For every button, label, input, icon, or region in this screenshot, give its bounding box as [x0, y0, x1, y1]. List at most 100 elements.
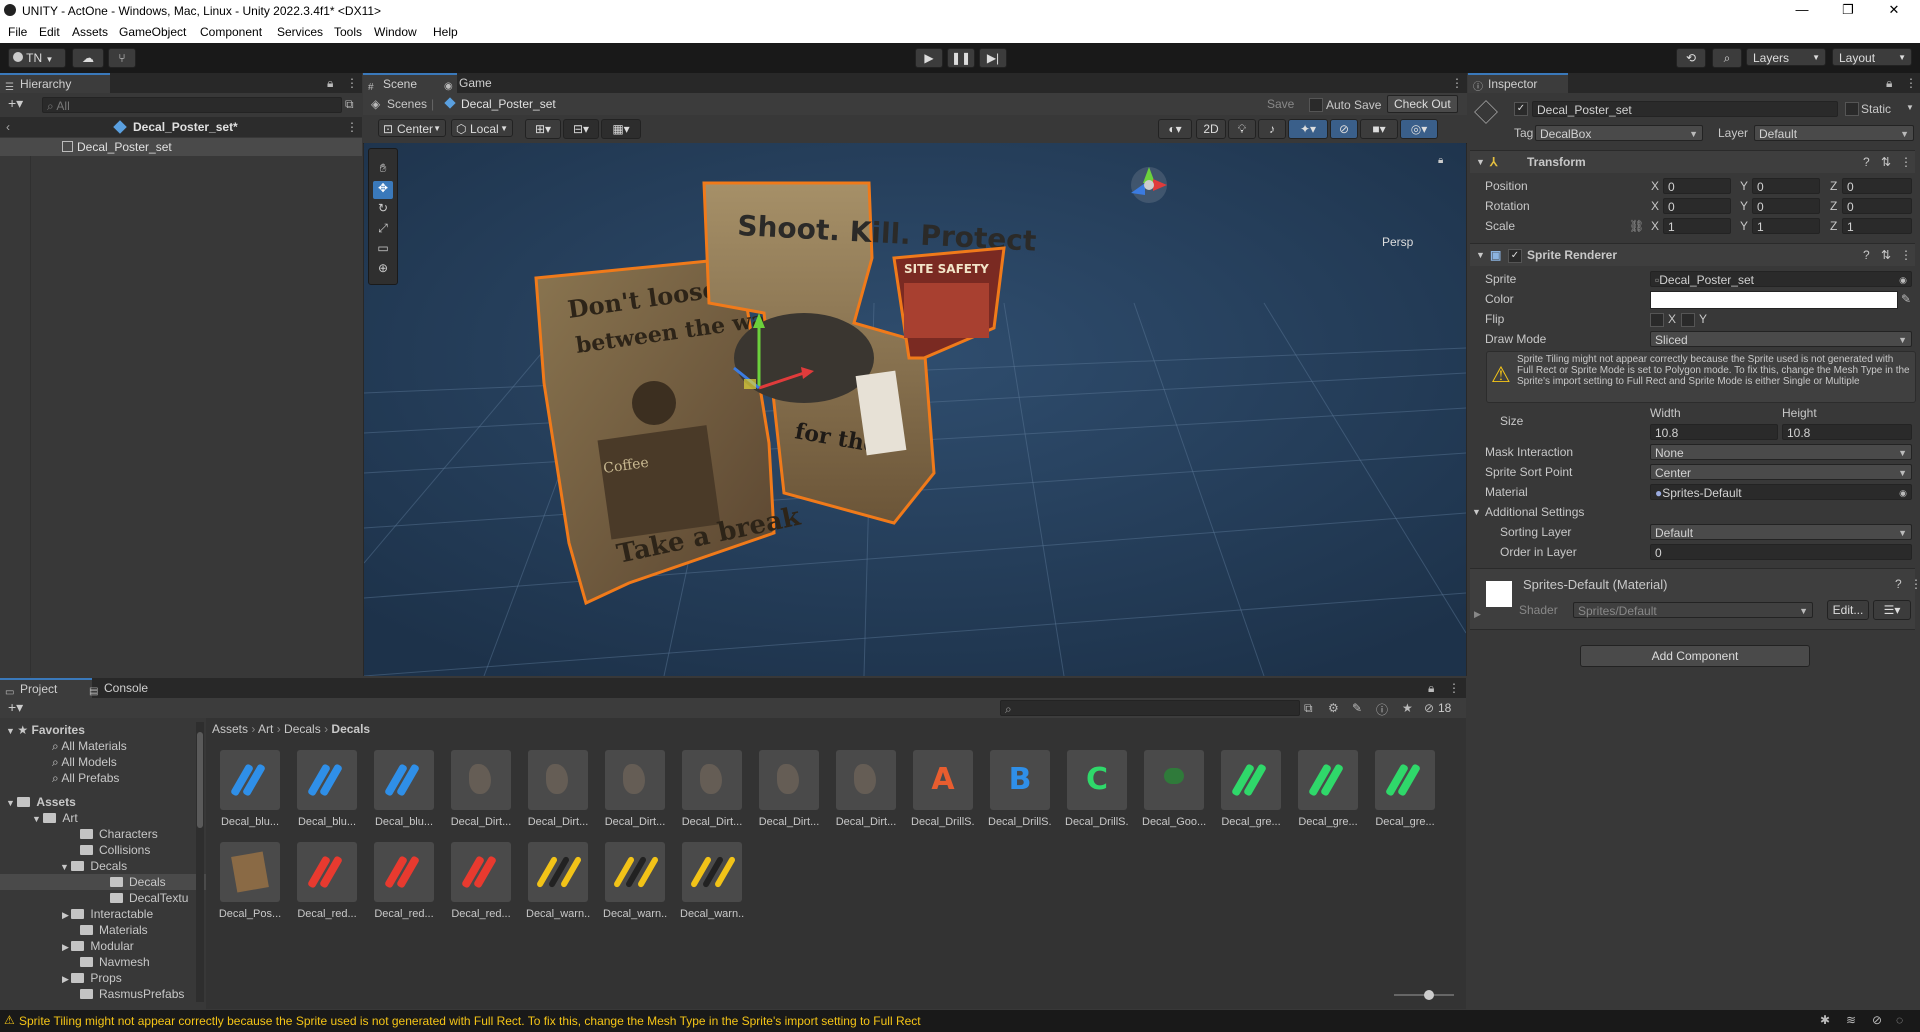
asset-item[interactable]: Decal_Pos... [218, 842, 282, 920]
layers-dropdown[interactable]: Layers ▼ [1746, 48, 1826, 66]
label-filter-icon[interactable]: ✎ [1352, 701, 1362, 715]
tab-console[interactable]: ▤ Console [84, 678, 174, 698]
preset-icon[interactable]: ⇅ [1881, 244, 1891, 266]
scene-viewport[interactable]: Don't loose yourself between the waves! … [364, 143, 1466, 676]
lighting-toggle-button[interactable]: 💡︎ [1228, 119, 1256, 139]
menu-file[interactable]: File [8, 25, 27, 39]
rotate-tool-button[interactable]: ↻ [373, 201, 393, 219]
position-z-field[interactable]: 0 [1842, 178, 1912, 194]
rect-tool-button[interactable]: ▭ [373, 241, 393, 259]
draw-mode-dropdown[interactable]: Sliced ▼ [1650, 331, 1912, 347]
asset-item[interactable]: Decal_Dirt... [526, 750, 590, 828]
folder-node[interactable]: RasmusPrefabs [80, 986, 184, 1002]
folder-node[interactable]: DecalTextu [110, 890, 188, 906]
menu-tools[interactable]: Tools [334, 25, 362, 39]
tab-game[interactable]: ◉ Game [439, 73, 519, 93]
shader-dropdown[interactable]: Sprites/Default ▼ [1573, 602, 1813, 618]
minimize-button[interactable]: — [1782, 2, 1822, 20]
asset-item[interactable]: Decal_warn... [526, 842, 590, 920]
tree-scrollbar[interactable] [196, 722, 204, 1002]
asset-item[interactable]: Decal_warn... [603, 842, 667, 920]
asset-item[interactable]: Decal_warn... [680, 842, 744, 920]
rotation-y-field[interactable]: 0 [1752, 198, 1820, 214]
tab-hierarchy[interactable]: ☰ Hierarchy [0, 73, 110, 93]
asset-item[interactable]: Decal_Goo... [1142, 750, 1206, 828]
status-message[interactable]: Sprite Tiling might not appear correctly… [19, 1014, 921, 1028]
decals-node[interactable]: ▼ Decals [60, 858, 127, 874]
eyedropper-icon[interactable]: ✎ [1901, 290, 1911, 308]
hierarchy-search-input[interactable]: ⌕ All [42, 97, 342, 113]
gizmos-button[interactable]: ◎▾ [1400, 119, 1438, 139]
menu-assets[interactable]: Assets [72, 25, 108, 39]
asset-item[interactable]: Decal_Dirt... [834, 750, 898, 828]
position-x-field[interactable]: 0 [1663, 178, 1731, 194]
rotation-z-field[interactable]: 0 [1842, 198, 1912, 214]
object-name-field[interactable]: Decal_Poster_set [1532, 101, 1838, 117]
breadcrumb-item[interactable]: Decals [284, 722, 321, 736]
lock-icon[interactable]: 🔒︎ [1428, 681, 1434, 696]
breadcrumb-current[interactable]: Decals [331, 722, 370, 736]
auto-save-checkbox[interactable] [1309, 98, 1323, 112]
transform-tool-button[interactable]: ⊕ [373, 261, 393, 279]
position-y-field[interactable]: 0 [1752, 178, 1820, 194]
add-component-button[interactable]: Add Component [1580, 645, 1810, 667]
cloud-button[interactable]: ☁ [72, 48, 104, 68]
search-by-type-icon[interactable]: ⧉ [1304, 701, 1313, 716]
shading-mode-button[interactable]: ◐▾ [1158, 119, 1192, 139]
kebab-menu-icon[interactable]: ⋮ [1910, 577, 1920, 591]
camera-settings-button[interactable]: ■▾ [1360, 119, 1398, 139]
art-node[interactable]: ▼ Art [32, 810, 78, 826]
account-button[interactable]: TN ▼ [8, 48, 66, 68]
sprite-renderer-header[interactable]: ▼ ▣ ✓ Sprite Renderer ? ⇅ ⋮ [1470, 243, 1915, 266]
asset-item[interactable]: Decal_Dirt... [680, 750, 744, 828]
height-field[interactable]: 10.8 [1782, 424, 1912, 440]
asset-item[interactable]: Decal_gre... [1296, 750, 1360, 828]
grid-visibility-button[interactable]: ▦▾ [601, 119, 641, 139]
history-button[interactable]: ⟲ [1676, 48, 1706, 68]
kebab-menu-icon[interactable]: ⋮ [1448, 681, 1460, 695]
menu-edit[interactable]: Edit [39, 25, 60, 39]
log-filter-icon[interactable]: ⓘ [1376, 701, 1388, 718]
asset-item[interactable]: A Decal_DrillS... [911, 750, 975, 828]
asset-item[interactable]: Decal_gre... [1373, 750, 1437, 828]
folder-node[interactable]: Characters [80, 826, 158, 842]
grid-snap-button[interactable]: ⊞▾ [525, 119, 561, 139]
preset-icon[interactable]: ⇅ [1881, 151, 1891, 173]
chevron-down-icon[interactable]: ▼ [1906, 103, 1914, 112]
width-field[interactable]: 10.8 [1650, 424, 1778, 440]
asset-item[interactable]: Decal_Dirt... [449, 750, 513, 828]
tree-scrollbar-thumb[interactable] [197, 732, 203, 828]
close-button[interactable]: ✕ [1874, 2, 1914, 20]
lock-icon[interactable]: 🔒︎ [327, 76, 333, 91]
folder-node[interactable]: Navmesh [80, 954, 150, 970]
check-out-button[interactable]: Check Out [1387, 95, 1458, 113]
folder-node[interactable]: ▶ Interactable [62, 906, 153, 922]
progress-icon[interactable]: ⊘ [1872, 1013, 1882, 1027]
2d-toggle-button[interactable]: 2D [1196, 119, 1226, 139]
project-search-input[interactable]: ⌕ [1000, 700, 1300, 716]
create-asset-button[interactable]: +▾ [8, 699, 23, 716]
material-object-field[interactable]: ●Sprites-Default ◉ [1650, 484, 1912, 500]
object-picker-icon[interactable]: ◉ [1899, 485, 1907, 501]
static-checkbox[interactable] [1845, 102, 1859, 116]
lock-icon[interactable]: 🔒︎ [1886, 76, 1892, 91]
asset-item[interactable]: Decal_blu... [218, 750, 282, 828]
sprite-renderer-enabled-checkbox[interactable]: ✓ [1508, 249, 1522, 263]
back-arrow-icon[interactable]: ‹ [6, 117, 10, 137]
folder-node-selected[interactable]: Decals [0, 874, 206, 890]
favorites-item[interactable]: ⌕ All Prefabs [52, 770, 119, 786]
hierarchy-item[interactable]: Decal_Poster_set [0, 138, 362, 156]
scale-y-field[interactable]: 1 [1752, 218, 1820, 234]
asset-item[interactable]: B Decal_DrillS... [988, 750, 1052, 828]
breadcrumb-item[interactable]: Art [258, 722, 273, 736]
orientation-gizmo[interactable] [1131, 167, 1167, 203]
layer-dropdown[interactable]: Default ▼ [1754, 125, 1914, 141]
asset-item[interactable]: Decal_red... [449, 842, 513, 920]
breadcrumb-scenes[interactable]: Scenes [387, 97, 427, 111]
menu-help[interactable]: Help [433, 25, 458, 39]
space-dropdown[interactable]: ⬡ Local ▼ [451, 119, 513, 137]
additional-settings-row[interactable]: ▼ Additional Settings [1472, 503, 1902, 521]
play-button[interactable]: ▶ [915, 48, 943, 68]
hand-tool-button[interactable]: ✋︎ [373, 161, 393, 179]
help-icon[interactable]: ? [1863, 244, 1870, 266]
